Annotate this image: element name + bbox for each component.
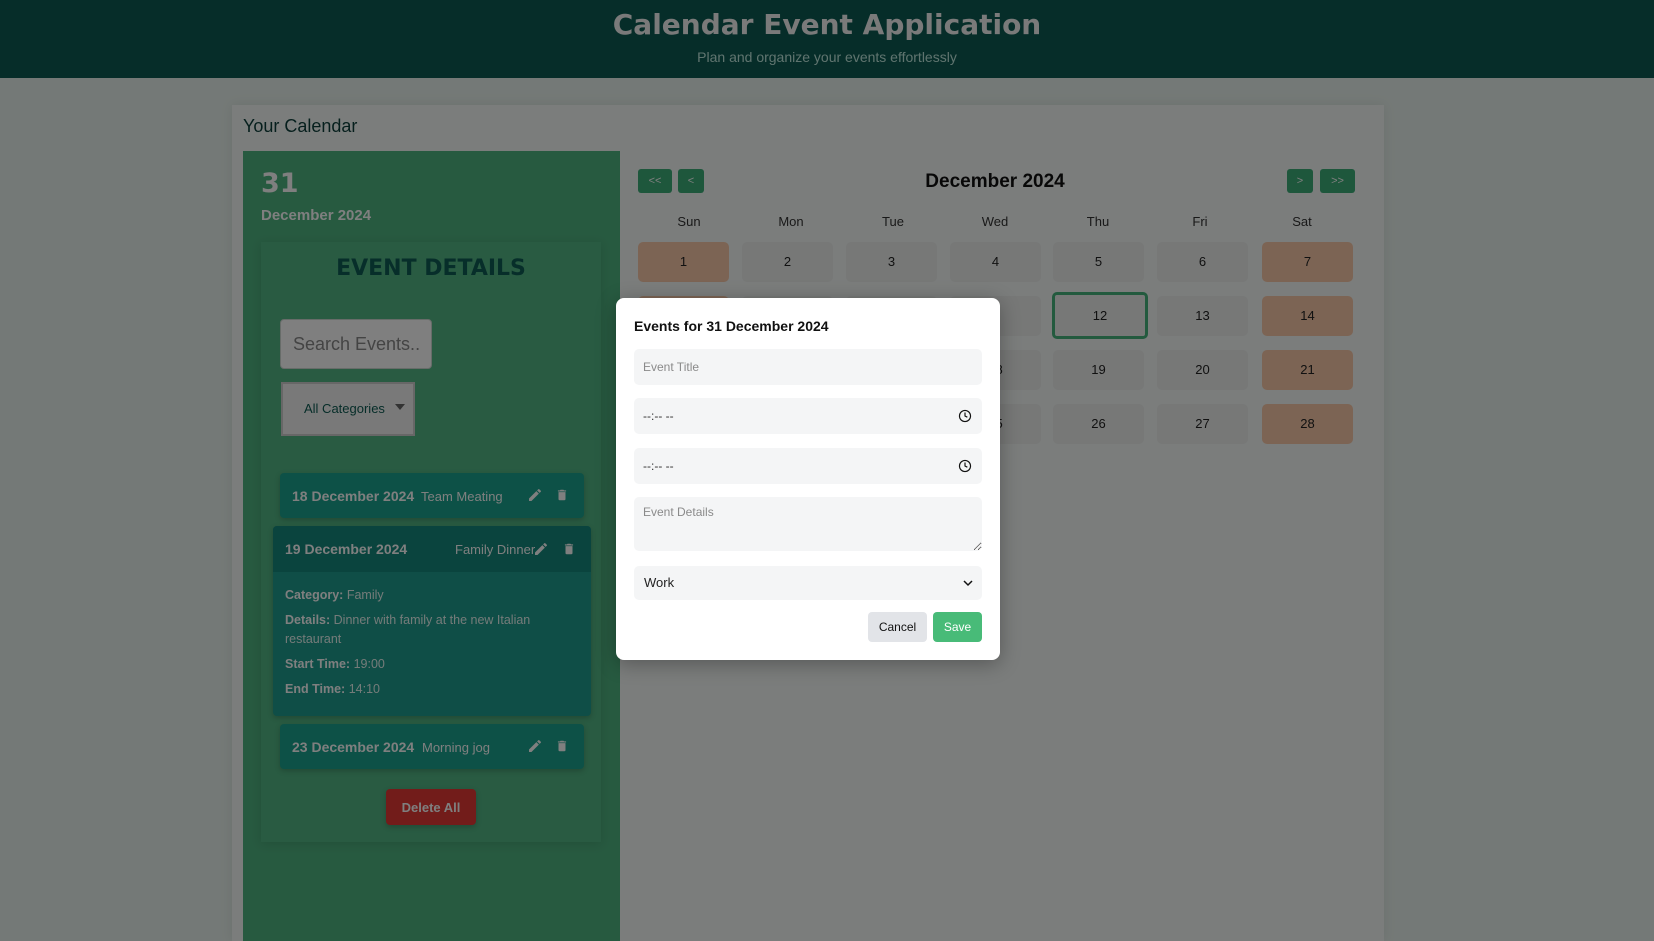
clock-icon[interactable] bbox=[958, 459, 972, 473]
chevron-down-icon bbox=[963, 580, 973, 587]
save-button[interactable]: Save bbox=[933, 612, 982, 642]
event-title-input[interactable] bbox=[634, 349, 982, 385]
event-category-select[interactable]: Work bbox=[634, 566, 982, 600]
cancel-button[interactable]: Cancel bbox=[868, 612, 927, 642]
event-category-value: Work bbox=[644, 575, 675, 590]
start-time-value: --:-- -- bbox=[643, 409, 674, 423]
start-time-input[interactable]: --:-- -- bbox=[634, 398, 982, 434]
event-modal: Events for 31 December 2024 --:-- -- --:… bbox=[616, 298, 1000, 660]
end-time-input[interactable]: --:-- -- bbox=[634, 448, 982, 484]
clock-icon[interactable] bbox=[958, 409, 972, 423]
end-time-value: --:-- -- bbox=[643, 459, 674, 473]
event-details-textarea[interactable] bbox=[634, 497, 982, 551]
modal-title: Events for 31 December 2024 bbox=[634, 318, 829, 334]
